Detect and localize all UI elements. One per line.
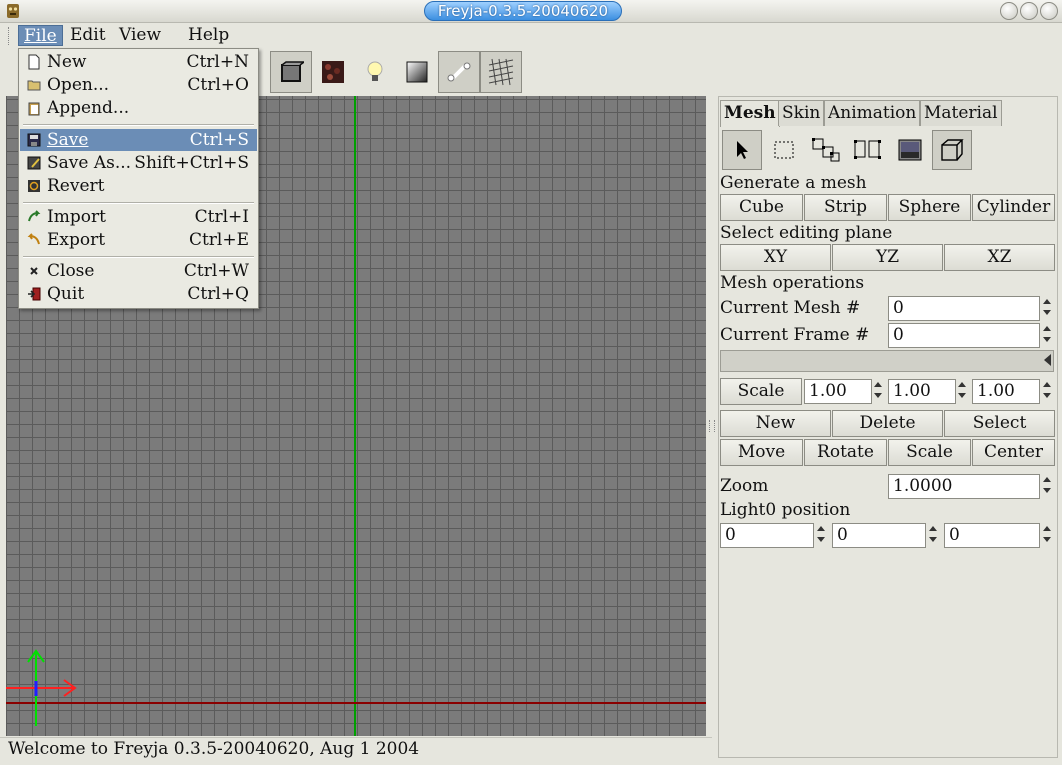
light-x-input[interactable]: 0 xyxy=(720,523,814,548)
menubar-grip[interactable] xyxy=(8,27,11,45)
light-bulb-icon[interactable] xyxy=(354,51,396,93)
zoom-label: Zoom xyxy=(720,476,769,496)
current-mesh-input[interactable]: 0 xyxy=(888,296,1040,321)
file-menu-dropdown: New Ctrl+N Open... Ctrl+O Append... Save Ct… xyxy=(18,48,259,309)
current-mesh-label: Current Mesh # xyxy=(720,298,861,318)
tab-animation[interactable]: Animation xyxy=(824,100,921,126)
cube-outline-icon[interactable] xyxy=(932,130,972,170)
wireframe-grid-icon[interactable] xyxy=(480,51,522,93)
scale-x-spinner[interactable] xyxy=(871,379,885,404)
sphere-button[interactable]: Sphere xyxy=(888,194,971,221)
menu-item-close[interactable]: Close Ctrl+W xyxy=(20,260,257,282)
floppy-save-icon xyxy=(27,133,41,147)
new-file-icon xyxy=(28,54,40,70)
minimize-button[interactable] xyxy=(1000,2,1018,20)
quit-door-icon xyxy=(28,287,41,301)
tab-material[interactable]: Material xyxy=(920,100,1002,126)
current-frame-spinner[interactable] xyxy=(1040,323,1054,348)
mesh-operations-label: Mesh operations xyxy=(720,273,865,293)
frame-scrollbar[interactable] xyxy=(720,350,1054,372)
menu-item-export[interactable]: Export Ctrl+E xyxy=(20,229,257,251)
pane-splitter[interactable] xyxy=(709,420,715,432)
marquee-select-icon[interactable] xyxy=(764,130,804,170)
menu-separator xyxy=(23,256,254,258)
strip-button[interactable]: Strip xyxy=(804,194,887,221)
center-button[interactable]: Center xyxy=(972,439,1055,466)
scale-x-input[interactable]: 1.00 xyxy=(804,379,872,404)
status-bar: Welcome to Freyja 0.3.5-20040620, Aug 1 … xyxy=(0,737,712,761)
tab-skin[interactable]: Skin xyxy=(778,100,825,126)
delete-mesh-button[interactable]: Delete xyxy=(832,410,943,437)
rotate-button[interactable]: Rotate xyxy=(804,439,887,466)
texture-icon[interactable] xyxy=(312,51,354,93)
vertex-split-icon[interactable] xyxy=(848,130,888,170)
scale-y-spinner[interactable] xyxy=(955,379,969,404)
close-window-button[interactable] xyxy=(1040,2,1058,20)
menu-view[interactable]: View xyxy=(114,25,166,46)
menu-item-save[interactable]: Save Ctrl+S xyxy=(20,129,257,151)
cube-view-icon[interactable] xyxy=(270,51,312,93)
current-mesh-spinner[interactable] xyxy=(1040,296,1054,321)
vertex-group-icon[interactable] xyxy=(806,130,846,170)
menu-item-append[interactable]: Append... xyxy=(20,97,257,119)
light-z-input[interactable]: 0 xyxy=(944,523,1040,548)
import-arrow-icon xyxy=(28,210,41,222)
light-x-spinner[interactable] xyxy=(814,523,828,548)
current-frame-label: Current Frame # xyxy=(720,325,870,345)
plane-yz-button[interactable]: YZ xyxy=(832,244,943,271)
export-arrow-icon xyxy=(27,233,40,245)
maximize-button[interactable] xyxy=(1020,2,1038,20)
material-gradient-icon[interactable] xyxy=(396,51,438,93)
close-x-icon xyxy=(30,267,38,275)
current-frame-input[interactable]: 0 xyxy=(888,323,1040,348)
image-texture-icon[interactable] xyxy=(890,130,930,170)
menu-item-save-as[interactable]: Save As... Shift+Ctrl+S xyxy=(20,152,257,174)
menu-separator xyxy=(23,202,254,204)
bone-icon[interactable] xyxy=(438,51,480,93)
generate-mesh-label: Generate a mesh xyxy=(720,173,867,193)
plane-xz-button[interactable]: XZ xyxy=(944,244,1055,271)
folder-open-icon xyxy=(27,80,41,91)
scale-apply-button[interactable]: Scale xyxy=(720,378,802,405)
tab-mesh[interactable]: Mesh xyxy=(720,100,780,127)
freyja-logo-icon[interactable] xyxy=(4,2,22,20)
light-y-input[interactable]: 0 xyxy=(832,523,926,548)
zoom-input[interactable]: 1.0000 xyxy=(888,474,1040,499)
menu-item-quit[interactable]: Quit Ctrl+Q xyxy=(20,283,257,305)
move-button[interactable]: Move xyxy=(720,439,803,466)
menu-item-import[interactable]: Import Ctrl+I xyxy=(20,206,257,228)
light-z-spinner[interactable] xyxy=(1040,523,1054,548)
save-as-icon xyxy=(27,156,41,170)
new-mesh-button[interactable]: New xyxy=(720,410,831,437)
cylinder-button[interactable]: Cylinder xyxy=(972,194,1055,221)
menu-item-open[interactable]: Open... Ctrl+O xyxy=(20,74,257,96)
menu-item-new[interactable]: New Ctrl+N xyxy=(20,51,257,73)
title-bar: Freyja-0.3.5-20040620 xyxy=(0,0,1062,23)
select-mesh-button[interactable]: Select xyxy=(944,410,1055,437)
light-position-label: Light0 position xyxy=(720,500,851,520)
plane-xy-button[interactable]: XY xyxy=(720,244,831,271)
window-title: Freyja-0.3.5-20040620 xyxy=(424,1,622,21)
clipboard-icon xyxy=(28,102,40,116)
light-y-spinner[interactable] xyxy=(926,523,940,548)
scale-mode-button[interactable]: Scale xyxy=(888,439,971,466)
menu-file[interactable]: File xyxy=(18,25,63,46)
menu-item-revert[interactable]: Revert xyxy=(20,175,257,197)
editing-plane-label: Select editing plane xyxy=(720,223,893,243)
scroll-left-arrow-icon[interactable] xyxy=(1044,354,1051,366)
scale-z-spinner[interactable] xyxy=(1040,379,1054,404)
status-text: Welcome to Freyja 0.3.5-20040620, Aug 1 … xyxy=(8,739,420,759)
cube-button[interactable]: Cube xyxy=(720,194,803,221)
menu-help[interactable]: Help xyxy=(183,25,234,46)
scale-z-input[interactable]: 1.00 xyxy=(972,379,1040,404)
scale-y-input[interactable]: 1.00 xyxy=(888,379,956,404)
select-arrow-icon[interactable] xyxy=(722,130,762,170)
zoom-spinner[interactable] xyxy=(1040,474,1054,499)
revert-icon xyxy=(28,180,40,192)
axis-gizmo-icon xyxy=(6,649,77,726)
menu-edit[interactable]: Edit xyxy=(65,25,111,46)
menu-separator xyxy=(23,124,254,126)
